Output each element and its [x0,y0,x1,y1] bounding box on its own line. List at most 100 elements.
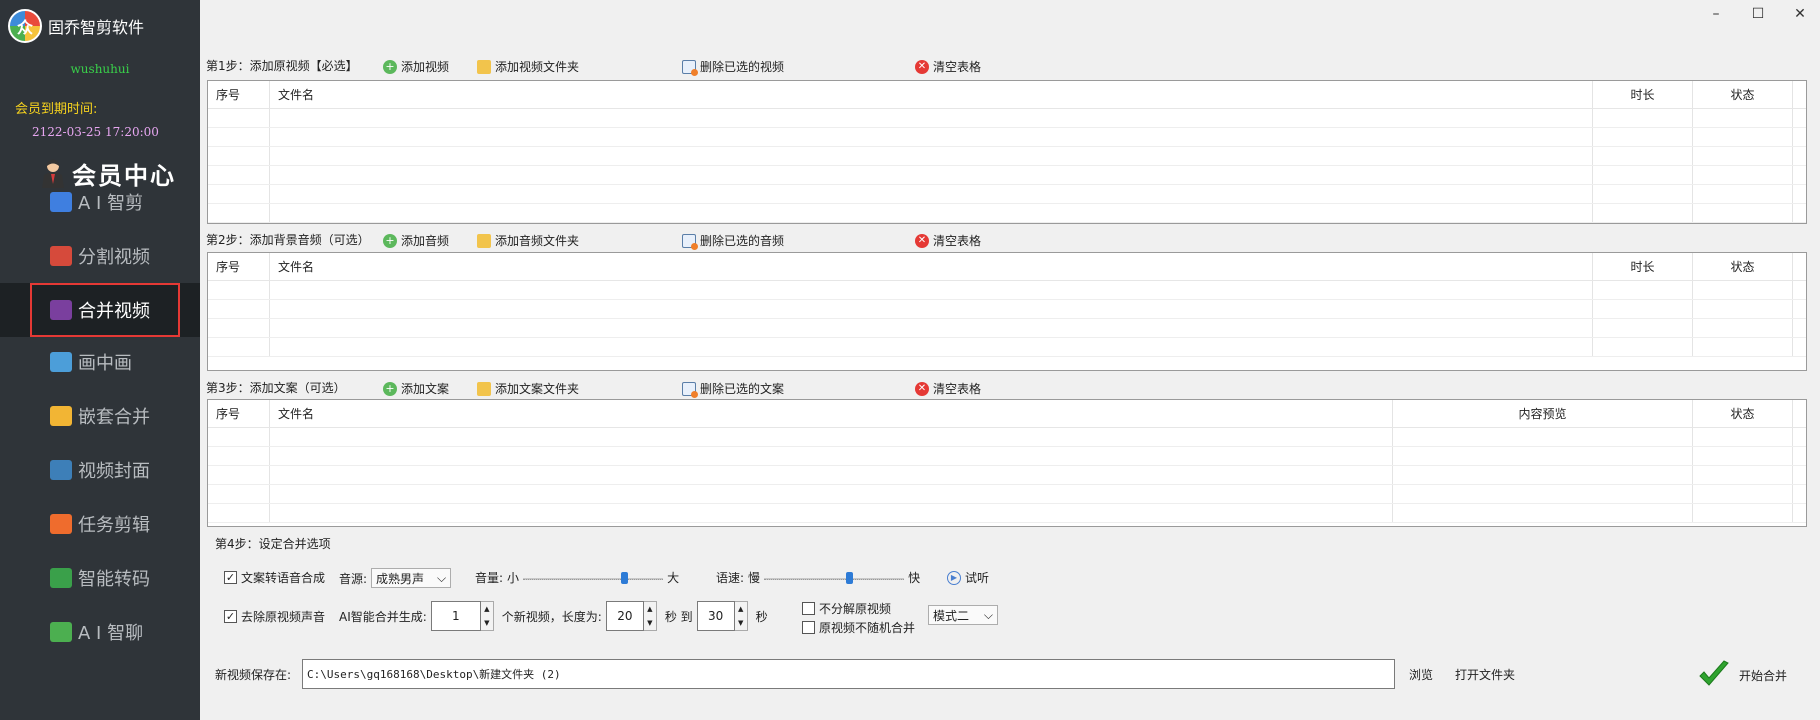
voice-select[interactable]: 成熟男声 ⌵ [371,568,452,588]
clear-table1-button[interactable]: ✕ 清空表格 [915,58,981,75]
folder-icon [477,59,491,74]
clear-table2-label: 清空表格 [933,234,982,248]
mode-select[interactable]: 模式二 ⌵ [928,605,998,625]
username: wushuhui [70,62,130,76]
table-row[interactable] [208,319,1806,338]
table-row[interactable] [208,466,1806,485]
stepper-down-icon[interactable]: ▼ [735,616,747,630]
preview-button[interactable]: ▶ 试听 [947,569,989,586]
add-icon: + [383,381,397,396]
add-video-button[interactable]: + 添加视频 [383,58,449,75]
sidebar-item-split-video[interactable]: 分割视频 [0,229,200,283]
speed-slider[interactable] [764,571,905,585]
remove-audio-check-box[interactable]: ✓ [224,610,237,623]
length-from-value[interactable]: 20 [605,601,644,631]
table-row[interactable] [208,428,1806,447]
sidebar-item-label: 画中画 [78,353,132,374]
table-row[interactable] [208,338,1806,357]
add-text-folder-button[interactable]: 添加文案文件夹 [477,380,579,397]
step3-label: 第3步：添加文案（可选） [206,380,346,395]
maximize-icon[interactable]: ☐ [1748,6,1768,22]
step1-toolbar: 第1步：添加原视频【必选】 [206,53,376,77]
folder-icon [477,233,491,248]
close-icon[interactable]: ✕ [1790,6,1810,22]
table-row[interactable] [208,281,1806,300]
no-random-checkbox[interactable]: 原视频不随机合并 [802,619,915,636]
delete-selected-text-button[interactable]: 删除已选的文案 [682,380,784,398]
sidebar-item-nested-merge[interactable]: 嵌套合并 [0,389,200,443]
sidebar-item-merge-video[interactable]: 合并视频 [0,283,200,337]
stepper-up-icon[interactable]: ▲ [644,602,656,616]
save-path-input[interactable]: C:\Users\gq168168\Desktop\新建文件夹 (2) [302,659,1395,689]
add-video-folder-button[interactable]: 添加视频文件夹 [477,58,579,75]
table-row[interactable] [208,300,1806,319]
audio-table[interactable]: 序号 文件名 时长 状态 [207,252,1807,371]
sidebar-item-label: 任务剪辑 [78,515,150,536]
length-from-stepper[interactable]: 20 ▲ ▼ [605,601,657,631]
delete-selected-video-button[interactable]: 删除已选的视频 [682,58,785,76]
table-row[interactable] [208,485,1806,504]
col-index: 序号 [208,81,270,108]
tts-check-box[interactable]: ✓ [224,571,237,584]
audio-table-header: 序号 文件名 时长 状态 [208,253,1806,281]
add-text-button[interactable]: + 添加文案 [383,380,449,397]
add-text-folder-label: 添加文案文件夹 [495,382,580,396]
sidebar-item-ai-chat[interactable]: A I 智聊 [0,605,200,659]
play-icon: ▶ [947,570,961,585]
save-row: 新视频保存在: C:\Users\gq168168\Desktop\新建文件夹 … [207,652,1807,696]
clear-table2-button[interactable]: ✕ 清空表格 [915,232,981,249]
text-table[interactable]: 序号 文件名 内容预览 状态 [207,399,1807,527]
main-panel: – ☐ ✕ 第1步：添加原视频【必选】 + 添加视频 添加视频文件夹 删除已选的视… [200,0,1820,720]
volume-slider[interactable] [523,571,664,585]
table-row[interactable] [208,109,1806,128]
delete-list-icon [682,59,698,76]
table-row[interactable] [208,147,1806,166]
count-value[interactable]: 1 [430,601,481,631]
clear-table3-button[interactable]: ✕ 清空表格 [915,380,981,397]
video-table-header: 序号 文件名 时长 状态 [208,81,1806,109]
table-row[interactable] [208,204,1806,223]
start-merge-button[interactable]: 开始合并 [1697,656,1802,694]
open-folder-button[interactable]: 打开文件夹 [1455,666,1515,683]
no-split-check-box[interactable] [802,602,815,615]
browse-button[interactable]: 浏览 [1409,666,1433,683]
video-table[interactable]: 序号 文件名 时长 状态 [207,80,1807,224]
stepper-up-icon[interactable]: ▲ [481,602,493,616]
length-to-value[interactable]: 30 [696,601,735,631]
stepper-down-icon[interactable]: ▼ [481,616,493,630]
count-stepper[interactable]: 1 ▲ ▼ [430,601,494,631]
col-status: 状态 [1693,400,1793,427]
sidebar-item-task-edit[interactable]: 任务剪辑 [0,497,200,551]
table-row[interactable] [208,128,1806,147]
add-audio-folder-button[interactable]: 添加音频文件夹 [477,232,579,249]
app-title: 固乔智剪软件 [48,18,145,37]
table-row[interactable] [208,504,1806,523]
start-merge-label: 开始合并 [1739,668,1788,683]
add-audio-folder-label: 添加音频文件夹 [495,234,580,248]
stepper-down-icon[interactable]: ▼ [644,616,656,630]
no-split-checkbox[interactable]: 不分解原视频 [802,600,891,617]
delete-selected-audio-button[interactable]: 删除已选的音频 [682,232,784,250]
stepper-up-icon[interactable]: ▲ [735,602,747,616]
speed-label: 语速: [716,571,745,585]
sidebar-item-ai-cut[interactable]: A I 智剪 [0,175,200,229]
minimize-icon[interactable]: – [1706,6,1726,22]
table-row[interactable] [208,185,1806,204]
length-to-stepper[interactable]: 30 ▲ ▼ [696,601,748,631]
remove-audio-checkbox[interactable]: ✓ 去除原视频声音 [224,608,325,625]
sidebar-item-video-cover[interactable]: 视频封面 [0,443,200,497]
step2-toolbar: 第2步：添加背景音频（可选） [206,227,376,251]
col-status: 状态 [1693,253,1793,280]
no-random-check-box[interactable] [802,621,815,634]
task-edit-icon [50,514,72,534]
sidebar-item-picture-in-picture[interactable]: 画中画 [0,335,200,389]
table-row[interactable] [208,447,1806,466]
col-filename: 文件名 [270,400,1393,427]
window-controls: – ☐ ✕ [1706,6,1810,22]
add-audio-button[interactable]: + 添加音频 [383,232,449,249]
table-row[interactable] [208,166,1806,185]
add-video-label: 添加视频 [401,60,450,74]
delete-video-label: 删除已选的视频 [700,60,785,74]
sidebar-item-smart-transcode[interactable]: 智能转码 [0,551,200,605]
tts-checkbox[interactable]: ✓ 文案转语音合成 [224,569,325,586]
